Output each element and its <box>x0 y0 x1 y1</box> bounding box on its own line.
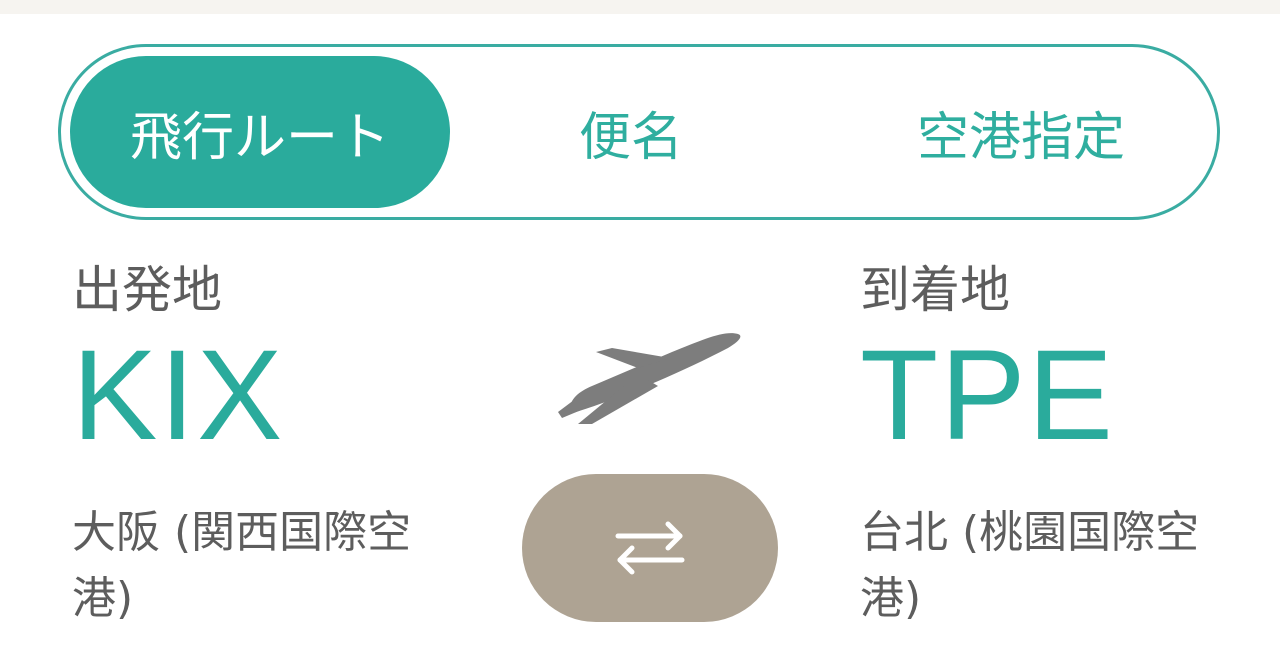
top-strip <box>0 0 1280 14</box>
destination-name: 台北 (桃園国際空港) <box>860 507 1200 624</box>
tab-airport[interactable]: 空港指定 <box>851 56 1191 208</box>
swap-airports-button[interactable] <box>522 474 778 622</box>
swap-arrows-icon <box>615 521 685 575</box>
destination-label: 到着地 <box>860 261 1010 319</box>
search-mode-tabs: 飛行ルート 便名 空港指定 <box>58 44 1220 220</box>
airplane-takeoff-icon <box>558 333 741 424</box>
origin-code[interactable]: KIX <box>72 332 284 460</box>
tab-flight-number[interactable]: 便名 <box>501 56 761 208</box>
tab-flight-route[interactable]: 飛行ルート <box>70 56 450 208</box>
origin-name: 大阪 (関西国際空港) <box>72 507 412 624</box>
destination-code[interactable]: TPE <box>860 332 1115 460</box>
origin-label: 出発地 <box>72 261 222 319</box>
